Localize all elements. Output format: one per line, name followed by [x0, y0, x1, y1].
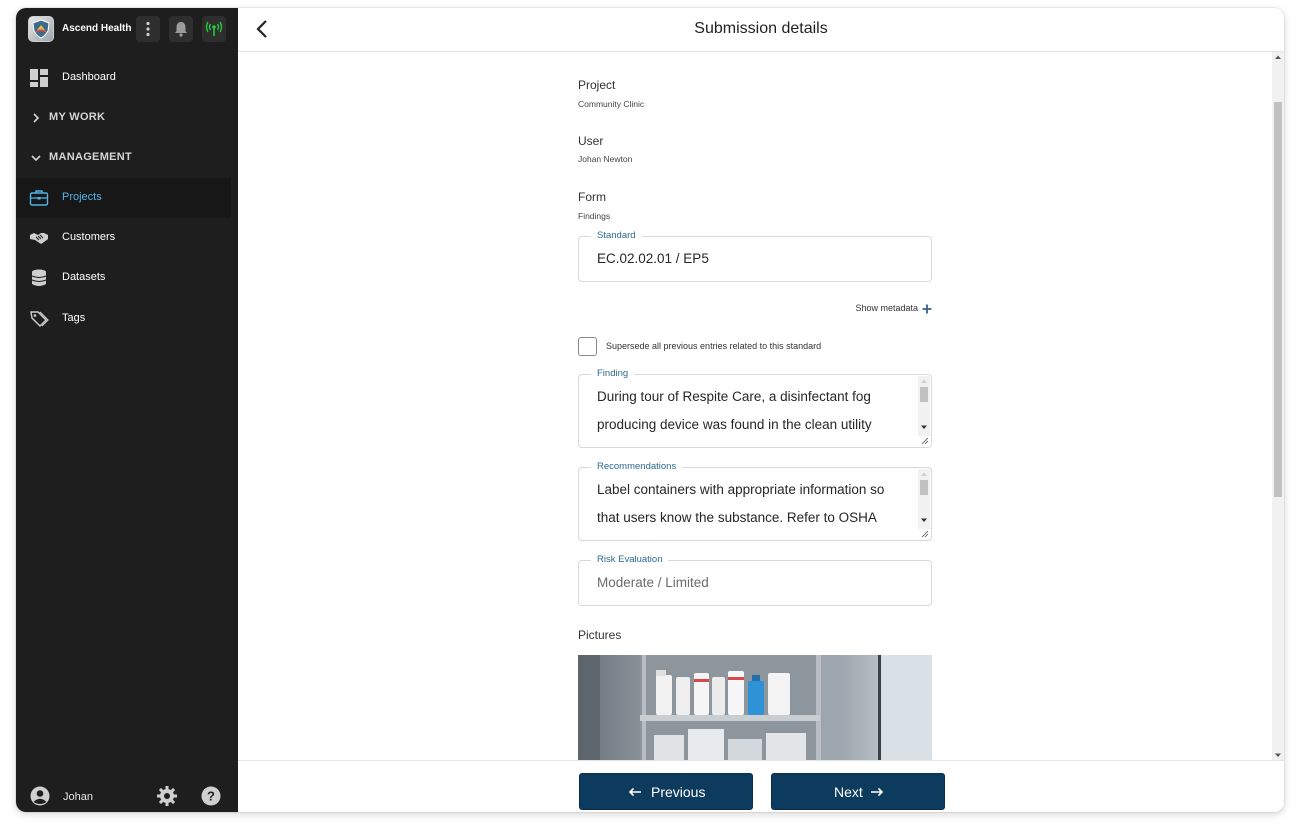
chevron-down-icon [31, 155, 41, 162]
handshake-icon [30, 233, 48, 244]
sidebar-item-label: Datasets [62, 271, 106, 283]
project-value: Community Clinic [578, 99, 645, 109]
arrow-left-icon [628, 787, 641, 797]
gear-icon[interactable] [157, 786, 177, 806]
pictures-label: Pictures [578, 628, 622, 642]
bottom-navigation: Previous Next [238, 760, 1284, 812]
sidebar-item-dashboard[interactable]: Dashboard [16, 58, 238, 98]
recommendations-textarea[interactable]: Recommendations Label containers with ap… [578, 461, 932, 541]
main-content: Submission details Project Community Cli… [238, 8, 1284, 812]
brand-header: Ascend Health [16, 8, 238, 50]
next-button-label: Next [834, 784, 863, 800]
risk-evaluation-label: Risk Evaluation [591, 554, 669, 565]
finding-text: During tour of Respite Care, a disinfect… [597, 389, 872, 447]
chevron-right-icon [33, 113, 40, 123]
sidebar-item-customers[interactable]: Customers [16, 218, 238, 258]
user-name: Johan [63, 791, 93, 803]
risk-evaluation-value: Moderate / Limited [597, 575, 709, 590]
top-bar: Submission details [238, 8, 1284, 52]
finding-textarea[interactable]: Finding During tour of Respite Care, a d… [578, 368, 932, 448]
briefcase-icon [29, 190, 49, 206]
scrollbar-thumb[interactable] [920, 480, 928, 495]
supersede-checkbox[interactable] [578, 337, 597, 356]
submission-picture[interactable] [578, 655, 932, 760]
sidebar-item-label: Projects [62, 191, 102, 203]
user-footer: Johan ? [16, 780, 238, 812]
sidebar-item-label: Dashboard [62, 71, 116, 83]
more-vertical-icon [146, 21, 150, 37]
user-value: Johan Newton [578, 154, 633, 164]
page-scrollbar-thumb[interactable] [1274, 102, 1282, 497]
sidebar-section-management[interactable]: MANAGEMENT [16, 138, 238, 178]
next-button[interactable]: Next [771, 773, 945, 810]
plus-icon[interactable] [922, 304, 932, 314]
resize-grip-icon[interactable] [921, 530, 929, 538]
previous-button[interactable]: Previous [579, 773, 753, 810]
scroll-up-icon [921, 379, 927, 383]
previous-button-label: Previous [651, 784, 706, 800]
scroll-up-icon [921, 472, 927, 476]
supersede-label: Supersede all previous entries related t… [606, 341, 822, 351]
storage-shelf-photo [578, 655, 932, 760]
sidebar-section-my-work[interactable]: MY WORK [16, 98, 238, 138]
recommendations-text: Label containers with appropriate inform… [597, 482, 885, 540]
user-avatar-icon[interactable] [30, 786, 50, 806]
signal-icon [205, 21, 223, 36]
sidebar-section-label: MANAGEMENT [49, 151, 133, 163]
project-label: Project [578, 78, 616, 92]
scroll-down-icon [921, 518, 927, 522]
sidebar-item-label: Customers [62, 231, 116, 243]
sidebar-item-datasets[interactable]: Datasets [16, 258, 238, 298]
page-scrollbar[interactable] [1272, 52, 1284, 760]
recommendations-scrollbar[interactable] [918, 469, 930, 529]
sidebar-section-label: MY WORK [49, 111, 106, 123]
sidebar-item-tags[interactable]: Tags [16, 299, 238, 339]
tags-icon [30, 311, 49, 327]
form-label: Form [578, 190, 606, 204]
brand-logo [28, 16, 54, 42]
risk-evaluation-field[interactable]: Risk Evaluation Moderate / Limited [578, 554, 932, 606]
sidebar: Ascend Health Dashboard MY WORK MANAGEME… [16, 8, 238, 812]
notifications-button[interactable] [169, 16, 193, 42]
submission-form: Project Community Clinic User Johan Newt… [578, 52, 932, 760]
arrow-right-icon [871, 787, 884, 797]
recommendations-field-label: Recommendations [591, 461, 683, 472]
form-value: Findings [578, 211, 611, 221]
connection-status-button[interactable] [202, 16, 226, 42]
database-icon [31, 269, 47, 286]
sidebar-item-projects[interactable]: Projects [16, 178, 231, 218]
user-label: User [578, 134, 604, 148]
scroll-down-icon [921, 425, 927, 429]
page-title: Submission details [694, 20, 828, 37]
scroll-up-icon [1275, 55, 1281, 59]
more-menu-button[interactable] [136, 16, 160, 42]
finding-scrollbar[interactable] [918, 376, 930, 436]
resize-grip-icon[interactable] [921, 437, 929, 445]
bell-icon [175, 22, 187, 37]
scroll-down-icon [1275, 753, 1281, 757]
scrollbar-thumb[interactable] [920, 387, 928, 402]
app-window: Ascend Health Dashboard MY WORK MANAGEME… [16, 8, 1284, 812]
standard-field[interactable]: Standard EC.02.02.01 / EP5 [578, 230, 932, 282]
standard-value: EC.02.02.01 / EP5 [597, 251, 709, 266]
show-metadata-link[interactable]: Show metadata [855, 303, 918, 313]
standard-field-label: Standard [591, 230, 642, 241]
sidebar-item-label: Tags [62, 312, 86, 324]
dashboard-icon [30, 69, 48, 87]
brand-name: Ascend Health [62, 23, 132, 34]
finding-field-label: Finding [591, 368, 635, 379]
svg-text:?: ? [207, 789, 215, 804]
help-icon[interactable]: ? [201, 786, 221, 806]
